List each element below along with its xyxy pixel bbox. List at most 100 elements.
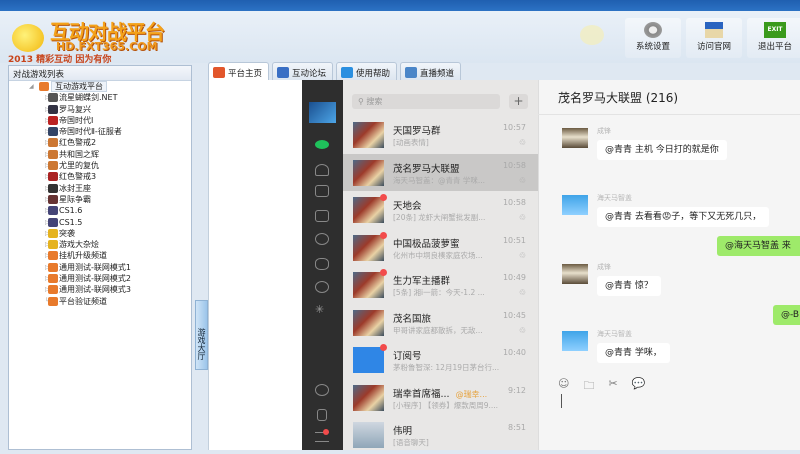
chat-preview: [语音聊天] bbox=[393, 438, 429, 447]
moments-icon[interactable] bbox=[315, 233, 329, 245]
game-item[interactable]: └ 平台验证频道 bbox=[9, 296, 191, 307]
chat-list-item[interactable]: 茂名国旅 10:45 甲哥讲家庭都散拆，无敌... ♲ bbox=[343, 304, 538, 342]
chat-icon[interactable] bbox=[315, 140, 329, 149]
tab-2[interactable]: 使用帮助 bbox=[336, 62, 398, 80]
chat-list-item[interactable]: 生力军主播群 10:49 [5条] 湘i一箭：今天-1.2 ... ♲ bbox=[343, 266, 538, 304]
game-hall-tab[interactable]: 游戏大厅 bbox=[195, 300, 208, 370]
game-item[interactable]: ▷红色警戒2 bbox=[9, 137, 191, 148]
mini-program-icon[interactable]: ✳ bbox=[315, 303, 324, 316]
sender-avatar[interactable] bbox=[562, 195, 588, 215]
message-bubble: @海天马智盖 来 bbox=[717, 236, 800, 256]
add-button[interactable]: + bbox=[509, 94, 528, 109]
chat-list-item[interactable]: 订阅号 10:40 茅粉鲁智深: 12月19日茅台行... bbox=[343, 341, 538, 379]
folder-icon[interactable]: 🗀 bbox=[583, 377, 594, 396]
game-item[interactable]: ▷星际争霸 bbox=[9, 194, 191, 205]
game-item[interactable]: ▷红色警戒3 bbox=[9, 171, 191, 182]
collapse-icon[interactable]: ◢ bbox=[29, 81, 34, 92]
game-item[interactable]: ▷通用测试-联网模式2 bbox=[9, 273, 191, 284]
exit-platform-button[interactable]: EXIT 退出平台 bbox=[747, 18, 800, 58]
game-item[interactable]: ▷通用测试-联网模式1 bbox=[9, 262, 191, 273]
tab-0[interactable]: 平台主页 bbox=[208, 62, 270, 80]
mascot-icon bbox=[12, 24, 44, 52]
chat-preview: [动画表情] bbox=[393, 138, 429, 147]
game-item[interactable]: ▷帝国时代Ⅰ bbox=[9, 115, 191, 126]
game-label: 通用测试-联网模式1 bbox=[59, 262, 131, 272]
chat-list-item[interactable]: 天地会 10:58 [20条] 龙虾大闸蟹批发副... ♲ bbox=[343, 191, 538, 229]
game-item[interactable]: ▷冰封王座 bbox=[9, 183, 191, 194]
chat-list-item[interactable]: 天国罗马群 10:57 [动画表情] ♲ bbox=[343, 116, 538, 154]
chat-name-text: 中国极品菠萝蜜 bbox=[393, 238, 460, 250]
game-icon bbox=[48, 172, 58, 182]
game-item[interactable]: ▷流星蝴蝶剑.NET bbox=[9, 92, 191, 103]
message-bubble: @青青 惊？ bbox=[597, 276, 661, 296]
tab-icon bbox=[213, 67, 225, 78]
mute-icon: ♲ bbox=[518, 325, 526, 335]
message-input[interactable] bbox=[561, 394, 562, 408]
emoji-icon[interactable]: ☺ bbox=[558, 377, 569, 396]
game-item[interactable]: ▷CS1.5 bbox=[9, 217, 191, 228]
panel-title: 对战游戏列表 bbox=[9, 66, 191, 81]
gear-icon bbox=[644, 22, 662, 38]
chat-list-item[interactable]: 茂名罗马大联盟 10:58 海天马智盖：@青青 学咪... ♲ bbox=[343, 153, 538, 191]
tab-label: 使用帮助 bbox=[356, 68, 391, 79]
chat-history-icon[interactable]: 💬 bbox=[632, 377, 646, 396]
house-icon bbox=[39, 82, 49, 91]
game-item[interactable]: ▷CS1.6 bbox=[9, 205, 191, 216]
game-item[interactable]: ▷尤里的复仇 bbox=[9, 160, 191, 171]
game-label: 通用测试-联网模式3 bbox=[59, 285, 131, 295]
contacts-icon[interactable] bbox=[315, 164, 329, 176]
channels-icon[interactable] bbox=[315, 258, 329, 270]
game-item[interactable]: ▷挂机升级频道 bbox=[9, 250, 191, 261]
visit-website-button[interactable]: 访问官网 bbox=[686, 18, 742, 58]
tab-1[interactable]: 互动论坛 bbox=[272, 62, 334, 80]
search-explore-icon[interactable] bbox=[315, 281, 329, 293]
game-icon bbox=[48, 104, 58, 114]
game-list-panel: 对战游戏列表 ◢ 互动游戏平台 ▷流星蝴蝶剑.NET▷罗马复兴▷帝国时代Ⅰ▷帝国时… bbox=[8, 65, 192, 450]
chat-name: 伟明 bbox=[393, 423, 412, 437]
sender-avatar[interactable] bbox=[562, 264, 588, 284]
system-settings-button[interactable]: 系统设置 bbox=[625, 18, 681, 58]
game-item[interactable]: ▷突袭 bbox=[9, 228, 191, 239]
folder-icon[interactable] bbox=[315, 210, 329, 222]
chat-name: 天地会 bbox=[393, 198, 422, 212]
link-icon[interactable] bbox=[315, 384, 329, 396]
chat-time: 10:45 bbox=[502, 310, 526, 320]
sender-avatar[interactable] bbox=[562, 331, 588, 351]
unread-dot bbox=[380, 231, 387, 239]
unread-dot bbox=[380, 269, 387, 276]
chat-name-text: 伟明 bbox=[393, 426, 413, 437]
game-icon bbox=[48, 127, 58, 137]
game-item[interactable]: ▷罗马复兴 bbox=[9, 104, 191, 115]
game-item[interactable]: ▷游戏大杂烩 bbox=[9, 239, 191, 250]
game-item[interactable]: ▷帝国时代Ⅱ-征服者 bbox=[9, 126, 191, 137]
phone-icon[interactable] bbox=[317, 409, 327, 421]
chat-list-item[interactable]: 中国极品菠萝蜜 10:51 化州市中垌良楱家庭农场... ♲ bbox=[343, 229, 538, 267]
group-avatar bbox=[353, 122, 384, 148]
tab-3[interactable]: 直播频道 bbox=[400, 62, 462, 80]
wechat-sidebar: ✳ bbox=[302, 80, 343, 450]
menu-icon[interactable] bbox=[315, 429, 329, 442]
mention-tag: @瑞幸... bbox=[455, 389, 488, 399]
avatar[interactable] bbox=[309, 102, 336, 123]
tab-icon bbox=[405, 67, 418, 78]
tab-label: 平台主页 bbox=[228, 68, 263, 79]
box-icon[interactable] bbox=[315, 185, 329, 197]
chat-list-item[interactable]: 伟明 8:51 [语音聊天] bbox=[343, 416, 538, 454]
search-input[interactable]: ⚲ 搜索 bbox=[352, 94, 500, 109]
game-item[interactable]: ▷通用测试-联网模式3 bbox=[9, 284, 191, 295]
sender-name: 成锋 bbox=[597, 127, 611, 135]
tree-root[interactable]: ◢ 互动游戏平台 bbox=[9, 81, 191, 92]
weather-icon bbox=[580, 25, 604, 45]
game-label: 挂机升级频道 bbox=[59, 251, 107, 261]
chat-name-text: 生力军主播群 bbox=[393, 276, 451, 287]
game-label: 红色警戒2 bbox=[59, 138, 97, 148]
sender-avatar[interactable] bbox=[562, 128, 588, 148]
chat-list-item[interactable]: 瑞幸首席福... @瑞幸... 9:12 [小程序] 【领券】爆款周周9.... bbox=[343, 379, 538, 417]
chat-preview: 甲哥讲家庭都散拆，无敌... bbox=[393, 325, 483, 335]
game-icon bbox=[48, 194, 58, 204]
screenshot-icon[interactable]: ✂ bbox=[608, 377, 617, 396]
game-icon bbox=[48, 161, 58, 171]
sender-name: 海天马智盖 bbox=[597, 194, 632, 202]
game-item[interactable]: ▷共和国之辉 bbox=[9, 149, 191, 160]
game-icon bbox=[48, 274, 58, 284]
